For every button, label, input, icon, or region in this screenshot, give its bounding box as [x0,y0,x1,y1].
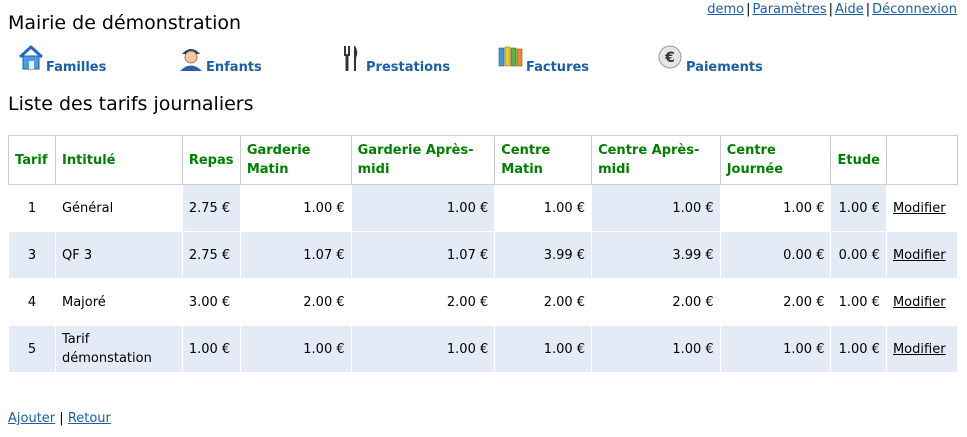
cell-centre-matin: 2.00 € [494,278,593,326]
cell-garderie-matin: 2.00 € [239,278,352,326]
cell-tarif: 5 [8,325,56,373]
cell-garderie-matin: 1.00 € [239,184,352,232]
nav-label: Familles [46,60,107,75]
column-header-garderie-matin: Garderie Matin [239,135,352,185]
cell-garderie-apres-midi: 1.07 € [350,231,496,279]
column-header-garderie-apres-midi: Garderie Après-midi [350,135,496,185]
user-link-demo[interactable]: demo [707,2,744,17]
column-header-repas: Repas [181,135,241,185]
cell-centre-apres-midi: 1.00 € [591,184,721,232]
euro-icon: € [658,45,682,69]
cell-intitule: Tarif démonstation [54,325,183,373]
edit-link[interactable]: Modifier [893,342,946,357]
nav-label: Factures [526,60,590,75]
cell-tarif: 1 [8,184,56,232]
column-header-tarif: Tarif [8,135,56,185]
nav-label: Prestations [366,60,451,75]
table-row: 5 Tarif démonstation 1.00 € 1.00 € 1.00 … [8,325,959,373]
cell-garderie-apres-midi: 1.00 € [350,325,496,373]
cell-repas: 3.00 € [181,278,241,326]
column-header-etude: Etude [830,135,887,185]
nav-label: Paiements [686,60,763,75]
cell-intitule: Général [54,184,183,232]
table-header-row: Tarif Intitulé Repas Garderie Matin Gard… [8,135,959,185]
binders-icon [498,46,523,67]
cell-repas: 2.75 € [181,184,241,232]
help-link[interactable]: Aide [835,2,864,17]
cell-etude: 1.00 € [830,278,887,326]
table-row: 1 Général 2.75 € 1.00 € 1.00 € 1.00 € 1.… [8,184,959,232]
cell-centre-matin: 1.00 € [494,325,593,373]
add-link[interactable]: Ajouter [8,411,55,426]
cell-centre-apres-midi: 1.00 € [591,325,721,373]
table-row: 4 Majoré 3.00 € 2.00 € 2.00 € 2.00 € 2.0… [8,278,959,326]
child-icon [180,49,202,71]
cell-etude: 1.00 € [830,184,887,232]
table-row: 3 QF 3 2.75 € 1.07 € 1.07 € 3.99 € 3.99 … [8,231,959,279]
page-title: Liste des tarifs journaliers [8,93,254,115]
edit-link[interactable]: Modifier [893,248,946,263]
cell-centre-journee: 1.00 € [719,325,832,373]
separator: | [865,2,871,17]
cell-etude: 0.00 € [830,231,887,279]
nav-label: Enfants [206,60,262,75]
edit-link[interactable]: Modifier [893,201,946,216]
separator: | [828,2,833,17]
house-icon [18,45,44,70]
cell-repas: 2.75 € [181,231,241,279]
cell-etude: 1.00 € [830,325,887,373]
cell-tarif: 3 [8,231,56,279]
cell-intitule: Majoré [54,278,183,326]
separator: | [59,411,64,426]
site-title: Mairie de démonstration [8,12,242,34]
back-link[interactable]: Retour [68,411,111,426]
column-header-centre-apres-midi: Centre Après-midi [591,135,721,185]
cell-centre-matin: 3.99 € [494,231,593,279]
column-header-actions [885,135,959,185]
cell-centre-journee: 2.00 € [719,278,832,326]
footer-links: Ajouter | Retour [8,411,111,426]
cell-centre-matin: 1.00 € [494,184,593,232]
euro-glyph: € [664,50,675,66]
cutlery-icon [344,46,358,71]
cell-intitule: QF 3 [54,231,183,279]
cell-garderie-matin: 1.00 € [239,325,352,373]
cell-garderie-matin: 1.07 € [239,231,352,279]
user-links: demo | Paramètres | Aide | Déconnexion [707,2,957,17]
logout-link[interactable]: Déconnexion [872,2,957,17]
cell-garderie-apres-midi: 1.00 € [350,184,496,232]
cell-repas: 1.00 € [181,325,241,373]
cell-garderie-apres-midi: 2.00 € [350,278,496,326]
cell-centre-apres-midi: 2.00 € [591,278,721,326]
column-header-intitule: Intitulé [54,135,183,185]
tarifs-table: Tarif Intitulé Repas Garderie Matin Gard… [8,135,959,373]
settings-link[interactable]: Paramètres [752,2,826,17]
edit-link[interactable]: Modifier [893,295,946,310]
main-nav: Familles Enfants Prestations Factures € [0,44,967,78]
cell-centre-apres-midi: 3.99 € [591,231,721,279]
cell-tarif: 4 [8,278,56,326]
cell-centre-journee: 0.00 € [719,231,832,279]
column-header-centre-matin: Centre Matin [494,135,593,185]
cell-centre-journee: 1.00 € [719,184,832,232]
column-header-centre-journee: Centre Journée [719,135,832,185]
